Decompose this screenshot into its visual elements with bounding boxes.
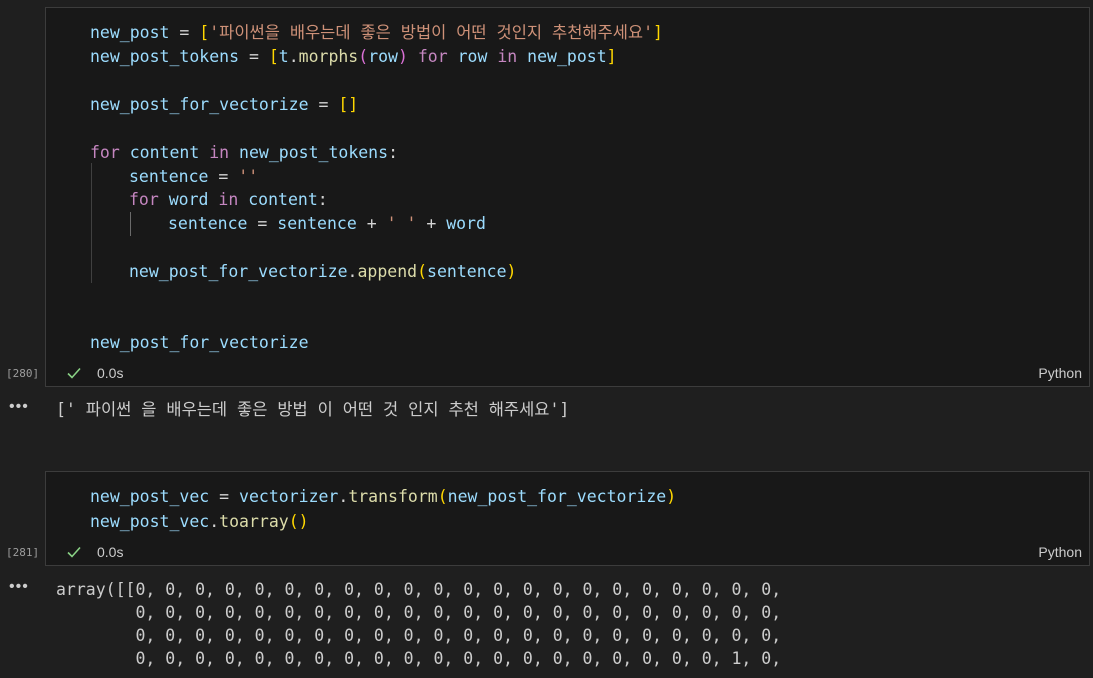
bracket: ( xyxy=(417,262,428,281)
identifier: word xyxy=(446,214,486,233)
identifier: new_post_tokens xyxy=(239,143,389,162)
bracket: ( xyxy=(358,47,369,66)
identifier: sentence xyxy=(129,167,209,186)
code-line-1[interactable]: new_post = ['파이썬을 배우는데 좋은 방법이 어떤 것인지 추천해… xyxy=(90,23,663,43)
bracket: [ xyxy=(199,23,210,42)
operator: = xyxy=(169,23,200,42)
keyword: in xyxy=(199,143,240,162)
identifier: new_post_for_vectorize xyxy=(90,95,309,114)
identifier: content xyxy=(119,143,200,162)
operator: . xyxy=(288,47,299,66)
operator: + xyxy=(356,214,387,233)
operator: . xyxy=(338,487,349,506)
operator: : xyxy=(317,190,328,209)
identifier: new_post_for_vectorize xyxy=(90,333,309,352)
operator: = xyxy=(308,95,339,114)
string-literal: ' ' xyxy=(386,214,417,233)
identifier: new_post xyxy=(90,23,170,42)
bracket: ) xyxy=(506,262,517,281)
identifier: sentence xyxy=(427,262,507,281)
indent-guide xyxy=(91,163,92,283)
indent-guide-active xyxy=(130,212,131,236)
code-line-14[interactable]: new_post_for_vectorize xyxy=(90,333,309,353)
code-line-2[interactable]: new_post_tokens = [t.morphs(row) for row… xyxy=(90,47,617,67)
execution-duration: 0.0s xyxy=(97,365,124,381)
cell-status-bar: [280] 0.0s Python xyxy=(0,362,1093,384)
keyword: in xyxy=(208,190,249,209)
execution-count: [281] xyxy=(6,546,40,559)
code-line-8[interactable]: for word in content: xyxy=(129,190,328,210)
identifier: sentence xyxy=(168,214,248,233)
identifier: t xyxy=(278,47,289,66)
keyword: in xyxy=(487,47,528,66)
function-name: morphs xyxy=(298,47,359,66)
output-line: 0, 0, 0, 0, 0, 0, 0, 0, 0, 0, 0, 0, 0, 0… xyxy=(56,626,782,645)
output-line: 0, 0, 0, 0, 0, 0, 0, 0, 0, 0, 0, 0, 0, 0… xyxy=(56,603,782,622)
string-literal: '파이썬을 배우는데 좋은 방법이 어떤 것인지 추천해주세요' xyxy=(209,23,654,42)
identifier: vectorizer xyxy=(239,487,339,506)
operator: . xyxy=(209,512,220,531)
check-icon xyxy=(67,367,81,379)
bracket: ] xyxy=(606,47,617,66)
execution-count: [280] xyxy=(6,367,40,380)
identifier: row xyxy=(368,47,398,66)
operator: = xyxy=(209,487,240,506)
bracket: ) xyxy=(666,487,677,506)
identifier: sentence xyxy=(277,214,357,233)
bracket: [ xyxy=(268,47,279,66)
string-literal: '' xyxy=(238,167,259,186)
keyword: for xyxy=(407,47,458,66)
identifier: new_post_vec xyxy=(90,512,210,531)
identifier: new_post_vec xyxy=(90,487,210,506)
code-line-11[interactable]: new_post_for_vectorize.append(sentence) xyxy=(129,262,516,282)
identifier: new_post_for_vectorize xyxy=(129,262,348,281)
cell-status-bar: [281] 0.0s Python xyxy=(0,541,1093,563)
bracket: [] xyxy=(338,95,359,114)
function-name: transform xyxy=(348,487,438,506)
ellipsis-icon[interactable]: ••• xyxy=(9,578,29,596)
operator: + xyxy=(416,214,447,233)
keyword: for xyxy=(90,143,120,162)
identifier: row xyxy=(457,47,488,66)
cell-language-label[interactable]: Python xyxy=(1038,544,1082,560)
function-name: toarray xyxy=(219,512,289,531)
ellipsis-icon[interactable]: ••• xyxy=(9,398,29,416)
keyword: for xyxy=(129,190,159,209)
bracket: ] xyxy=(653,23,663,42)
operator: = xyxy=(239,47,269,66)
operator: = xyxy=(247,214,278,233)
code-line-1[interactable]: new_post_vec = vectorizer.transform(new_… xyxy=(90,487,676,507)
cell-output: [' 파이썬 을 배우는데 좋은 방법 이 어떤 것 인지 추천 해주세요'] xyxy=(56,400,570,419)
code-line-9[interactable]: sentence = sentence + ' ' + word xyxy=(168,214,486,234)
operator: = xyxy=(208,167,239,186)
code-line-6[interactable]: for content in new_post_tokens: xyxy=(90,143,398,163)
code-cell-280[interactable]: new_post = ['파이썬을 배우는데 좋은 방법이 어떤 것인지 추천해… xyxy=(45,7,1090,387)
cell-language-label[interactable]: Python xyxy=(1038,365,1082,381)
check-icon xyxy=(67,546,81,558)
output-line: 0, 0, 0, 0, 0, 0, 0, 0, 0, 0, 0, 0, 0, 0… xyxy=(56,649,782,668)
operator: : xyxy=(388,143,398,162)
execution-duration: 0.0s xyxy=(97,544,124,560)
code-line-4[interactable]: new_post_for_vectorize = [] xyxy=(90,95,358,115)
bracket: ( xyxy=(437,487,448,506)
code-line-7[interactable]: sentence = '' xyxy=(129,167,258,187)
bracket: () xyxy=(288,512,309,531)
bracket: ) xyxy=(398,47,408,66)
identifier: content xyxy=(248,190,318,209)
function-name: append xyxy=(357,262,418,281)
identifier: new_post_tokens xyxy=(90,47,240,66)
output-line: array([[0, 0, 0, 0, 0, 0, 0, 0, 0, 0, 0,… xyxy=(56,580,782,599)
identifier: new_post xyxy=(527,47,607,66)
code-line-2[interactable]: new_post_vec.toarray() xyxy=(90,512,309,532)
identifier: word xyxy=(158,190,209,209)
operator: . xyxy=(347,262,358,281)
identifier: new_post_for_vectorize xyxy=(447,487,667,506)
